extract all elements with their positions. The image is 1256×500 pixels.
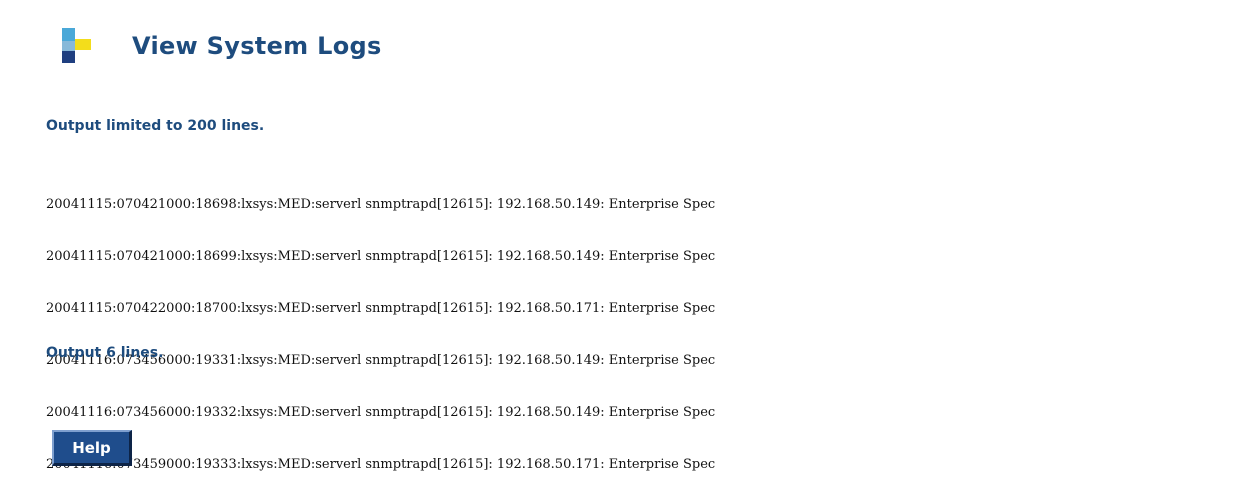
- log-line: 20041115:070421000:18698:lxsys:MED:serve…: [46, 197, 716, 212]
- output-count-note: Output 6 lines.: [46, 345, 164, 361]
- log-line: 20041115:070422000:18700:lxsys:MED:serve…: [46, 301, 716, 316]
- log-line: 20041116:073456000:19331:lxsys:MED:serve…: [46, 353, 716, 368]
- page-title: View System Logs: [132, 32, 382, 60]
- page: View System Logs Output limited to 200 l…: [0, 0, 1256, 500]
- page-header: View System Logs: [60, 24, 382, 68]
- help-button[interactable]: Help: [52, 430, 132, 466]
- log-line: 20041115:070421000:18699:lxsys:MED:serve…: [46, 249, 716, 264]
- log-line: 20041116:073459000:19333:lxsys:MED:serve…: [46, 457, 716, 472]
- logo-icon: [60, 26, 96, 66]
- log-output: 20041115:070421000:18698:lxsys:MED:serve…: [46, 164, 1232, 500]
- log-line: 20041116:073456000:19332:lxsys:MED:serve…: [46, 405, 716, 420]
- output-limit-note: Output limited to 200 lines.: [46, 118, 265, 134]
